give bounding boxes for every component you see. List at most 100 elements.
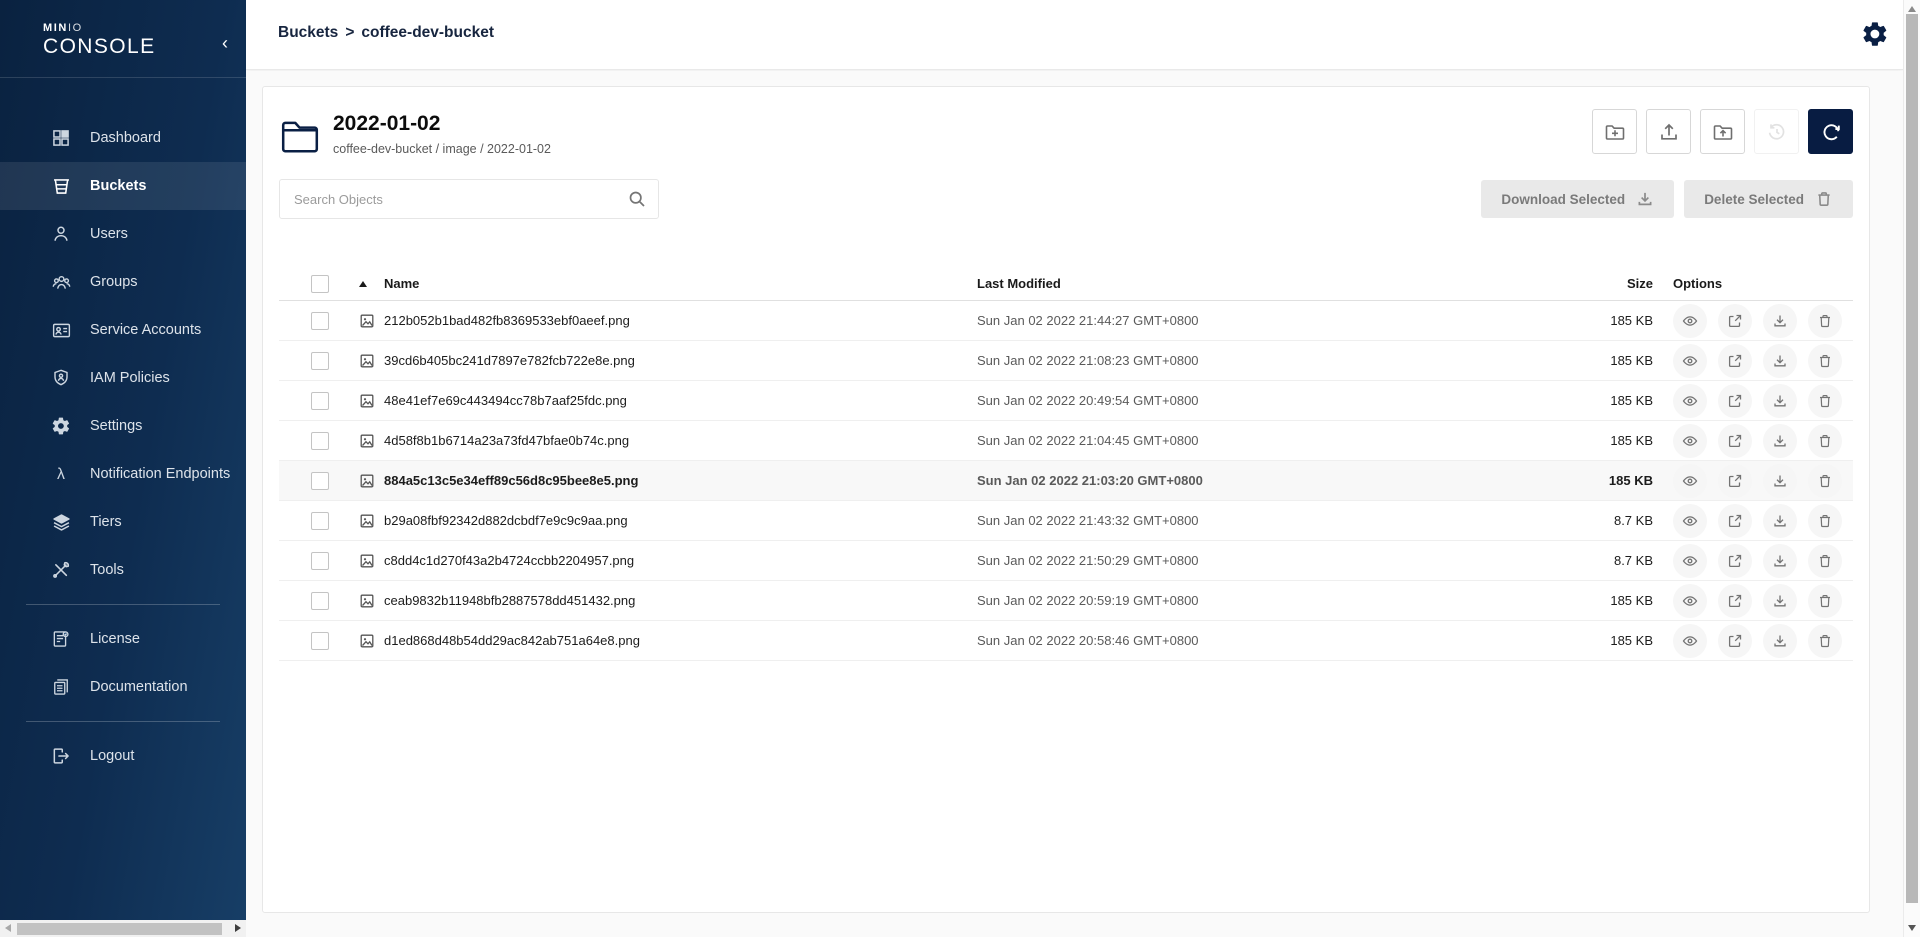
delete-object-button[interactable] bbox=[1808, 344, 1842, 378]
delete-object-button[interactable] bbox=[1808, 464, 1842, 498]
share-object-button[interactable] bbox=[1718, 344, 1752, 378]
share-object-button[interactable] bbox=[1718, 544, 1752, 578]
object-name: 39cd6b405bc241d7897e782fcb722e8e.png bbox=[384, 353, 635, 368]
preview-object-button[interactable] bbox=[1673, 464, 1707, 498]
tray-arrow-down-icon bbox=[1772, 393, 1788, 409]
scroll-left-arrow-icon[interactable] bbox=[5, 924, 11, 932]
delete-object-button[interactable] bbox=[1808, 504, 1842, 538]
search-box bbox=[279, 179, 659, 219]
trash-icon bbox=[1817, 313, 1833, 329]
download-object-button[interactable] bbox=[1763, 424, 1797, 458]
preview-object-button[interactable] bbox=[1673, 504, 1707, 538]
sidebar-item-documentation[interactable]: Documentation bbox=[0, 663, 246, 711]
table-row[interactable]: 884a5c13c5e34eff89c56d8c95bee8e5.png Sun… bbox=[279, 461, 1853, 501]
row-checkbox[interactable] bbox=[311, 312, 329, 330]
preview-object-button[interactable] bbox=[1673, 384, 1707, 418]
share-object-button[interactable] bbox=[1718, 424, 1752, 458]
delete-object-button[interactable] bbox=[1808, 424, 1842, 458]
row-checkbox[interactable] bbox=[311, 352, 329, 370]
download-object-button[interactable] bbox=[1763, 464, 1797, 498]
table-row[interactable]: c8dd4c1d270f43a2b4724ccbb2204957.png Sun… bbox=[279, 541, 1853, 581]
delete-object-button[interactable] bbox=[1808, 624, 1842, 658]
trash-icon bbox=[1817, 513, 1833, 529]
image-file-icon bbox=[359, 393, 375, 409]
preview-object-button[interactable] bbox=[1673, 304, 1707, 338]
scroll-down-arrow-icon[interactable] bbox=[1908, 925, 1916, 931]
row-checkbox[interactable] bbox=[311, 512, 329, 530]
sidebar-item-iam-policies[interactable]: IAM Policies bbox=[0, 354, 246, 402]
sidebar-item-tiers[interactable]: Tiers bbox=[0, 498, 246, 546]
sidebar-item-dashboard[interactable]: Dashboard bbox=[0, 114, 246, 162]
select-all-checkbox[interactable] bbox=[311, 275, 329, 293]
download-object-button[interactable] bbox=[1763, 384, 1797, 418]
share-object-button[interactable] bbox=[1718, 304, 1752, 338]
collapse-sidebar-button[interactable]: ‹ bbox=[222, 34, 228, 52]
row-checkbox[interactable] bbox=[311, 592, 329, 610]
delete-selected-button[interactable]: Delete Selected bbox=[1684, 180, 1853, 218]
preview-object-button[interactable] bbox=[1673, 624, 1707, 658]
table-row[interactable]: b29a08fbf92342d882dcbdf7e9c9c9aa.png Sun… bbox=[279, 501, 1853, 541]
share-icon bbox=[1727, 633, 1743, 649]
delete-object-button[interactable] bbox=[1808, 544, 1842, 578]
horizontal-scrollbar-thumb[interactable] bbox=[17, 923, 222, 935]
preview-object-button[interactable] bbox=[1673, 544, 1707, 578]
sidebar-item-buckets[interactable]: Buckets bbox=[0, 162, 246, 210]
share-object-button[interactable] bbox=[1718, 464, 1752, 498]
rewind-button[interactable] bbox=[1754, 109, 1799, 154]
delete-object-button[interactable] bbox=[1808, 584, 1842, 618]
sidebar-item-license[interactable]: License bbox=[0, 615, 246, 663]
share-object-button[interactable] bbox=[1718, 624, 1752, 658]
upload-file-button[interactable] bbox=[1646, 109, 1691, 154]
download-object-button[interactable] bbox=[1763, 344, 1797, 378]
row-checkbox[interactable] bbox=[311, 392, 329, 410]
download-object-button[interactable] bbox=[1763, 304, 1797, 338]
tray-arrow-down-icon bbox=[1772, 633, 1788, 649]
table-row[interactable]: 39cd6b405bc241d7897e782fcb722e8e.png Sun… bbox=[279, 341, 1853, 381]
sidebar-item-users[interactable]: Users bbox=[0, 210, 246, 258]
download-selected-button[interactable]: Download Selected bbox=[1481, 180, 1674, 218]
search-input[interactable] bbox=[279, 179, 659, 219]
table-row[interactable]: ceab9832b11948bfb2887578dd451432.png Sun… bbox=[279, 581, 1853, 621]
preview-object-button[interactable] bbox=[1673, 424, 1707, 458]
row-checkbox[interactable] bbox=[311, 472, 329, 490]
column-header-name[interactable]: Name bbox=[349, 276, 969, 291]
object-name: 4d58f8b1b6714a23a73fd47bfae0b74c.png bbox=[384, 433, 629, 448]
vertical-scrollbar-thumb[interactable] bbox=[1906, 14, 1918, 903]
table-row[interactable]: 48e41ef7e69c443494cc78b7aaf25fdc.png Sun… bbox=[279, 381, 1853, 421]
breadcrumb-buckets-link[interactable]: Buckets bbox=[278, 24, 338, 41]
share-object-button[interactable] bbox=[1718, 504, 1752, 538]
row-checkbox[interactable] bbox=[311, 632, 329, 650]
row-checkbox[interactable] bbox=[311, 432, 329, 450]
upload-folder-button[interactable] bbox=[1700, 109, 1745, 154]
share-icon bbox=[1727, 553, 1743, 569]
refresh-button[interactable] bbox=[1808, 109, 1853, 154]
sidebar-item-service-accounts[interactable]: Service Accounts bbox=[0, 306, 246, 354]
sidebar-item-groups[interactable]: Groups bbox=[0, 258, 246, 306]
row-checkbox[interactable] bbox=[311, 552, 329, 570]
sidebar-item-logout[interactable]: Logout bbox=[0, 732, 246, 780]
object-size: 185 KB bbox=[1569, 593, 1665, 608]
delete-object-button[interactable] bbox=[1808, 304, 1842, 338]
download-object-button[interactable] bbox=[1763, 624, 1797, 658]
scroll-up-arrow-icon[interactable] bbox=[1908, 6, 1916, 12]
settings-gear-button[interactable] bbox=[1861, 20, 1889, 48]
sidebar-item-tools[interactable]: Tools bbox=[0, 546, 246, 594]
table-row[interactable]: d1ed868d48b54dd29ac842ab751a64e8.png Sun… bbox=[279, 621, 1853, 661]
download-object-button[interactable] bbox=[1763, 544, 1797, 578]
share-object-button[interactable] bbox=[1718, 584, 1752, 618]
preview-object-button[interactable] bbox=[1673, 344, 1707, 378]
download-object-button[interactable] bbox=[1763, 504, 1797, 538]
delete-object-button[interactable] bbox=[1808, 384, 1842, 418]
sidebar-item-notification-endpoints[interactable]: λ Notification Endpoints bbox=[0, 450, 246, 498]
preview-object-button[interactable] bbox=[1673, 584, 1707, 618]
share-object-button[interactable] bbox=[1718, 384, 1752, 418]
new-path-button[interactable] bbox=[1592, 109, 1637, 154]
table-row[interactable]: 4d58f8b1b6714a23a73fd47bfae0b74c.png Sun… bbox=[279, 421, 1853, 461]
download-object-button[interactable] bbox=[1763, 584, 1797, 618]
sidebar-item-settings[interactable]: Settings bbox=[0, 402, 246, 450]
share-icon bbox=[1727, 433, 1743, 449]
table-row[interactable]: 212b052b1bad482fb8369533ebf0aeef.png Sun… bbox=[279, 301, 1853, 341]
eye-icon bbox=[1682, 593, 1698, 609]
object-size: 185 KB bbox=[1569, 433, 1665, 448]
scroll-right-arrow-icon[interactable] bbox=[235, 924, 241, 932]
